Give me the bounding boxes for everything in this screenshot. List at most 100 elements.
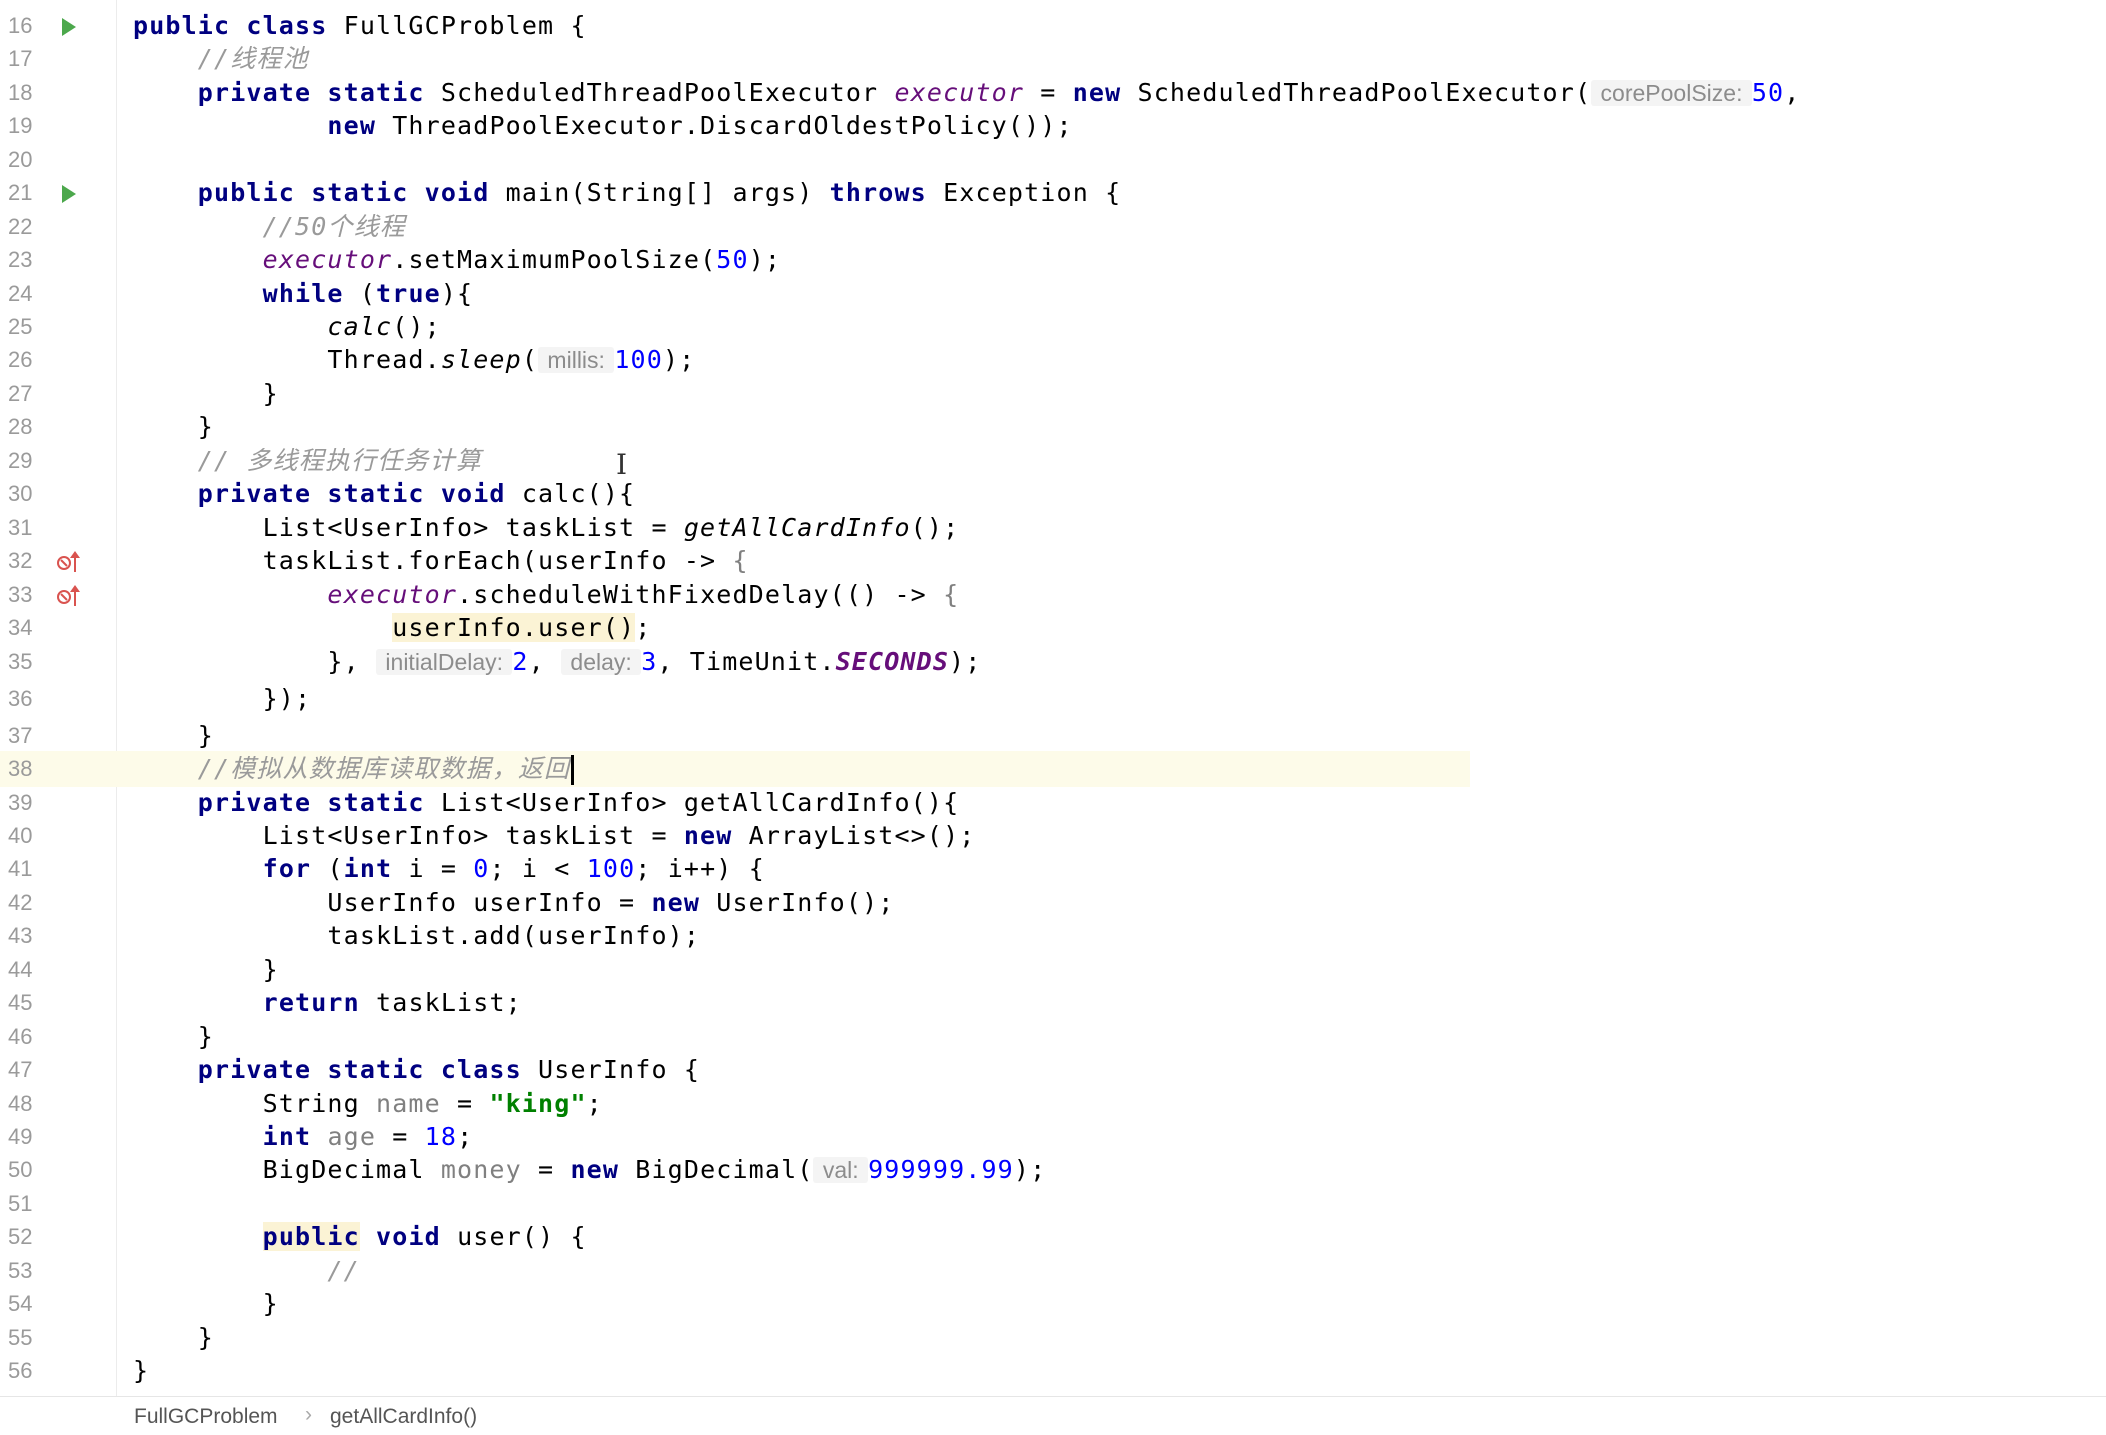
code-line[interactable]: 16 public class FullGCProblem { — [0, 9, 2106, 43]
code-line[interactable]: 48 String name = "king"; — [0, 1087, 2106, 1121]
code-text[interactable]: //50个线程 — [133, 210, 406, 244]
code-token: .setMaximumPoolSize( — [392, 245, 717, 274]
override-icon[interactable] — [56, 550, 82, 574]
code-line[interactable]: 17 //线程池 — [0, 42, 2106, 76]
code-line[interactable]: 54 } — [0, 1287, 2106, 1321]
code-text[interactable]: private static class UserInfo { — [133, 1053, 700, 1087]
code-line[interactable]: 42 UserInfo userInfo = new UserInfo(); — [0, 886, 2106, 920]
code-line[interactable]: 21 public static void main(String[] args… — [0, 176, 2106, 210]
code-line[interactable]: 34 userInfo.user(); — [0, 611, 2106, 645]
code-text[interactable]: taskList.add(userInfo); — [133, 919, 700, 953]
code-text[interactable]: String name = "king"; — [133, 1087, 603, 1121]
code-text[interactable]: executor.scheduleWithFixedDelay(() -> { — [133, 578, 959, 612]
code-line[interactable]: 56} — [0, 1354, 2106, 1388]
code-line[interactable]: 32 taskList.forEach(userInfo -> { — [0, 544, 2106, 578]
run-icon[interactable] — [56, 182, 82, 206]
code-line[interactable]: 37 } — [0, 719, 2106, 753]
code-text[interactable]: public static void main(String[] args) t… — [133, 176, 1121, 210]
code-token: = — [440, 1089, 490, 1118]
line-number: 25 — [8, 314, 33, 339]
code-text[interactable]: Thread.sleep( millis: 100); — [133, 343, 695, 377]
code-text[interactable]: private static ScheduledThreadPoolExecut… — [133, 76, 1800, 110]
code-token: } — [133, 1323, 215, 1352]
code-text[interactable]: UserInfo userInfo = new UserInfo(); — [133, 886, 894, 920]
code-text[interactable]: } — [133, 1287, 279, 1321]
code-line[interactable]: 44 } — [0, 953, 2106, 987]
code-text[interactable]: //线程池 — [133, 42, 309, 76]
code-line[interactable]: 38 //模拟从数据库读取数据，返回 — [0, 752, 2106, 786]
code-line[interactable]: 28 } — [0, 410, 2106, 444]
code-line[interactable]: 49 int age = 18; — [0, 1120, 2106, 1154]
code-line[interactable]: 36 }); — [0, 682, 2106, 716]
breadcrumb-item-method[interactable]: getAllCardInfo() — [330, 1405, 477, 1429]
code-line[interactable]: 35 }, initialDelay: 2, delay: 3, TimeUni… — [0, 645, 2106, 679]
code-text[interactable]: } — [133, 377, 279, 411]
code-text[interactable]: } — [133, 410, 214, 444]
code-text[interactable]: }); — [133, 682, 311, 716]
code-token: , TimeUnit. — [657, 647, 836, 676]
code-text[interactable]: }, initialDelay: 2, delay: 3, TimeUnit.S… — [133, 645, 981, 679]
code-line[interactable]: 55 } — [0, 1321, 2106, 1355]
code-line[interactable]: 30 private static void calc(){ — [0, 477, 2106, 511]
code-text[interactable]: public void user() { — [133, 1220, 587, 1254]
code-line[interactable]: 33 executor.scheduleWithFixedDelay(() ->… — [0, 578, 2106, 612]
code-text[interactable]: calc(); — [133, 310, 441, 344]
code-text[interactable]: List<UserInfo> taskList = getAllCardInfo… — [133, 511, 959, 545]
code-text[interactable]: BigDecimal money = new BigDecimal( val: … — [133, 1153, 1046, 1187]
code-text[interactable]: private static void calc(){ — [133, 477, 635, 511]
code-text[interactable]: private static List<UserInfo> getAllCard… — [133, 786, 959, 820]
code-text[interactable]: new ThreadPoolExecutor.DiscardOldestPoli… — [133, 109, 1073, 143]
code-line[interactable]: 25 calc(); — [0, 310, 2106, 344]
code-line[interactable]: 39 private static List<UserInfo> getAllC… — [0, 786, 2106, 820]
code-token: 999999.99 — [868, 1155, 1014, 1184]
code-editor[interactable]: 16 public class FullGCProblem {17 //线程池 18… — [0, 0, 2106, 1396]
code-text[interactable]: // 多线程执行任务计算 — [133, 444, 482, 478]
code-text[interactable]: taskList.forEach(userInfo -> { — [133, 544, 749, 578]
code-line[interactable]: 22 //50个线程 — [0, 210, 2106, 244]
code-text[interactable]: // — [133, 1254, 360, 1288]
code-text[interactable]: return taskList; — [133, 986, 522, 1020]
code-text[interactable]: } — [133, 953, 279, 987]
code-text[interactable]: while (true){ — [133, 277, 473, 311]
code-line[interactable]: 26 Thread.sleep( millis: 100); — [0, 343, 2106, 377]
code-token: name — [376, 1089, 441, 1118]
code-text[interactable]: } — [133, 1020, 214, 1054]
code-line[interactable]: 24 while (true){ — [0, 277, 2106, 311]
run-icon[interactable] — [56, 15, 82, 39]
code-line[interactable]: 19 new ThreadPoolExecutor.DiscardOldestP… — [0, 109, 2106, 143]
code-line[interactable]: 45 return taskList; — [0, 986, 2106, 1020]
code-line[interactable]: 18 private static ScheduledThreadPoolExe… — [0, 76, 2106, 110]
code-line[interactable]: 43 taskList.add(userInfo); — [0, 919, 2106, 953]
code-text[interactable]: } — [133, 1321, 214, 1355]
code-line[interactable]: 52 public void user() { — [0, 1220, 2106, 1254]
code-line[interactable]: 46 } — [0, 1020, 2106, 1054]
code-line[interactable]: 50 BigDecimal money = new BigDecimal( va… — [0, 1153, 2106, 1187]
code-line[interactable]: 51 — [0, 1187, 2106, 1221]
code-text[interactable]: int age = 18; — [133, 1120, 473, 1154]
code-token: 3 — [641, 647, 658, 676]
code-text[interactable]: for (int i = 0; i < 100; i++) { — [133, 852, 765, 886]
code-line[interactable]: 53 // — [0, 1254, 2106, 1288]
code-line[interactable]: 41 for (int i = 0; i < 100; i++) { — [0, 852, 2106, 886]
code-text[interactable]: executor.setMaximumPoolSize(50); — [133, 243, 781, 277]
code-token: i = — [408, 854, 474, 883]
code-line[interactable]: 40 List<UserInfo> taskList = new ArrayLi… — [0, 819, 2106, 853]
breadcrumb-item-class[interactable]: FullGCProblem — [134, 1405, 278, 1429]
code-text[interactable]: public class FullGCProblem { — [133, 9, 587, 43]
code-token: ){ — [440, 279, 474, 308]
code-line[interactable]: 47 private static class UserInfo { — [0, 1053, 2106, 1087]
code-text[interactable]: List<UserInfo> taskList = new ArrayList<… — [133, 819, 975, 853]
code-line[interactable]: 20 — [0, 143, 2106, 177]
code-text[interactable]: //模拟从数据库读取数据，返回 — [133, 752, 575, 786]
code-line[interactable]: 31 List<UserInfo> taskList = getAllCardI… — [0, 511, 2106, 545]
code-token: main(String[] args) — [505, 178, 830, 207]
override-icon[interactable] — [56, 584, 82, 608]
code-line[interactable]: 29 // 多线程执行任务计算 — [0, 444, 2106, 478]
code-text[interactable]: userInfo.user(); — [133, 611, 651, 645]
code-token: calc(){ — [521, 479, 636, 508]
line-number: 42 — [8, 890, 33, 915]
code-line[interactable]: 23 executor.setMaximumPoolSize(50); — [0, 243, 2106, 277]
code-text[interactable]: } — [133, 719, 214, 753]
code-line[interactable]: 27 } — [0, 377, 2106, 411]
code-text[interactable]: } — [133, 1354, 149, 1388]
